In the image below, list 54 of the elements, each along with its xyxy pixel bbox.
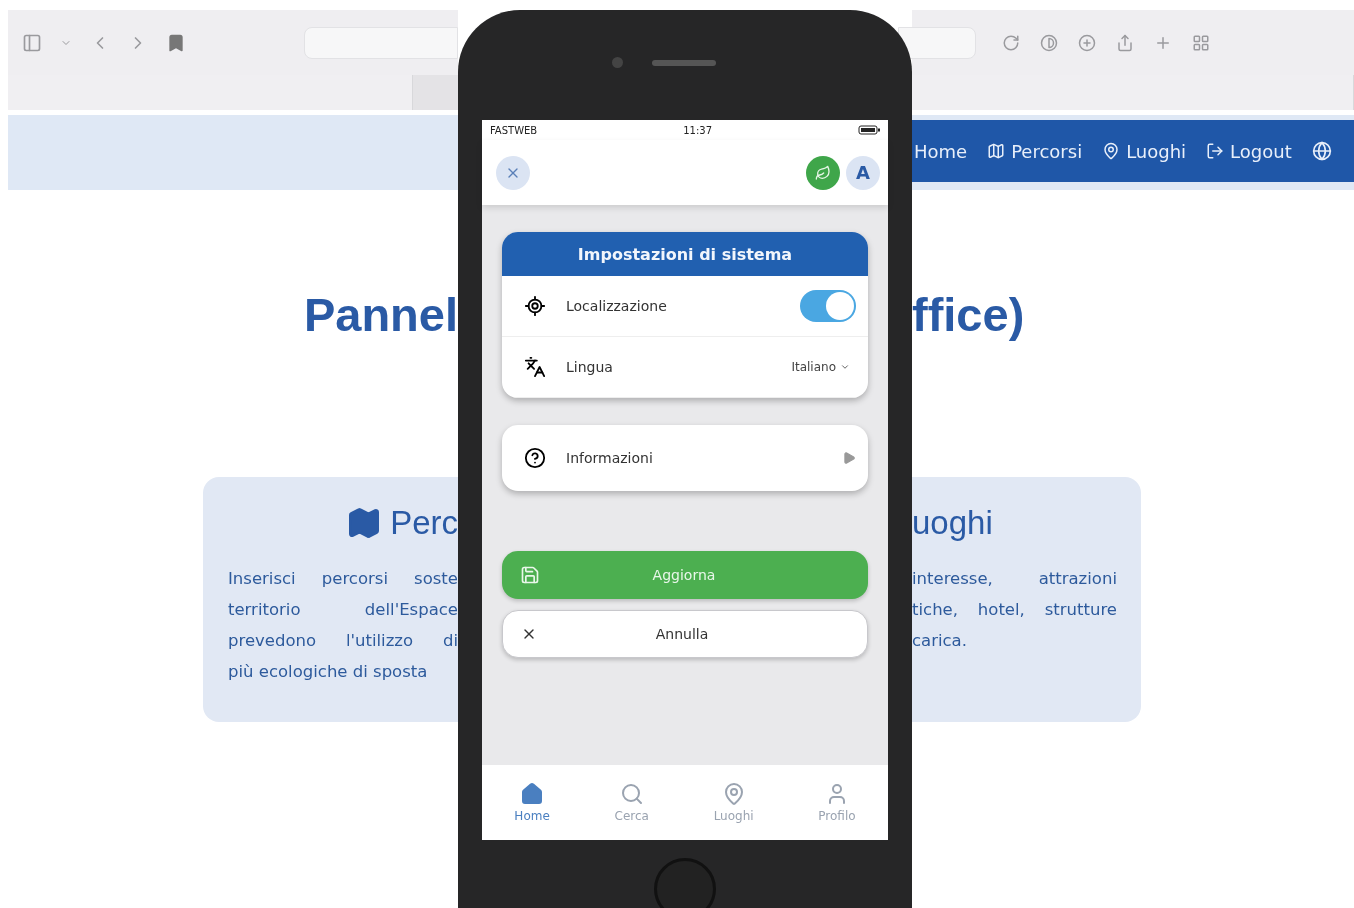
crosshair-icon bbox=[524, 295, 546, 317]
sidebar-icon bbox=[22, 32, 42, 53]
setting-label: Lingua bbox=[566, 359, 614, 375]
carrier-label: FASTWEB bbox=[490, 124, 538, 136]
address-field[interactable] bbox=[898, 26, 976, 59]
logout-icon bbox=[1206, 142, 1225, 160]
reload-icon bbox=[1002, 33, 1020, 52]
status-time: 11:37 bbox=[683, 124, 712, 136]
info-label: Informazioni bbox=[566, 450, 654, 466]
location-toggle[interactable] bbox=[800, 290, 856, 322]
plus-circle-icon bbox=[1078, 33, 1096, 52]
address-field[interactable] bbox=[304, 26, 458, 59]
card-text: più ecologiche di sposta bbox=[228, 661, 429, 683]
map-icon bbox=[987, 142, 1006, 160]
language-select[interactable]: Italiano bbox=[785, 359, 856, 375]
info-row[interactable]: Informazioni bbox=[502, 425, 868, 491]
card-title: uoghi bbox=[912, 503, 993, 543]
chevron-down-icon bbox=[840, 362, 850, 372]
triangle-icon bbox=[842, 451, 856, 465]
contrast-icon bbox=[1040, 33, 1058, 52]
camera-dot bbox=[612, 57, 623, 68]
grid-icon bbox=[1192, 33, 1210, 52]
help-icon bbox=[524, 447, 546, 469]
page-title: Pannel bbox=[303, 287, 458, 343]
nav-link[interactable]: Percorsi bbox=[987, 140, 1083, 162]
nav-link[interactable]: Logout bbox=[1206, 140, 1292, 162]
map-pin-icon bbox=[1102, 142, 1121, 160]
nav-link[interactable]: Luoghi bbox=[1102, 140, 1187, 162]
avatar-button[interactable]: A bbox=[846, 155, 880, 190]
card-text: interesse, attrazioni bbox=[912, 568, 1117, 590]
leaf-button[interactable] bbox=[806, 155, 840, 190]
battery-icon bbox=[858, 125, 880, 135]
card-text: territorio dell'Espace bbox=[228, 599, 458, 621]
card-text: carica. bbox=[912, 630, 968, 652]
bookmark-icon bbox=[166, 32, 186, 53]
leaf-icon bbox=[815, 164, 831, 181]
tab-bar-item[interactable]: Home bbox=[508, 781, 556, 824]
share-icon bbox=[1116, 33, 1134, 52]
translate-icon bbox=[524, 356, 546, 378]
settings-title: Impostazioni di sistema bbox=[502, 232, 868, 276]
globe-icon bbox=[1311, 141, 1332, 161]
save-icon bbox=[520, 565, 540, 585]
speaker-slot bbox=[652, 60, 716, 66]
page-title: ffice) bbox=[912, 287, 1025, 343]
cancel-button[interactable]: Annulla bbox=[502, 610, 868, 658]
close-button[interactable] bbox=[496, 155, 530, 190]
card-text: tiche, hotel, strutture bbox=[912, 599, 1117, 621]
search-icon bbox=[619, 782, 644, 806]
setting-label: Localizzazione bbox=[566, 298, 668, 314]
card-title: Perc bbox=[390, 503, 458, 543]
home-icon bbox=[520, 782, 545, 806]
card-text: Inserisci percorsi soste bbox=[228, 568, 458, 590]
nav-link[interactable]: Home bbox=[914, 140, 968, 162]
card-text: prevedono l'utilizzo di bbox=[228, 630, 458, 652]
